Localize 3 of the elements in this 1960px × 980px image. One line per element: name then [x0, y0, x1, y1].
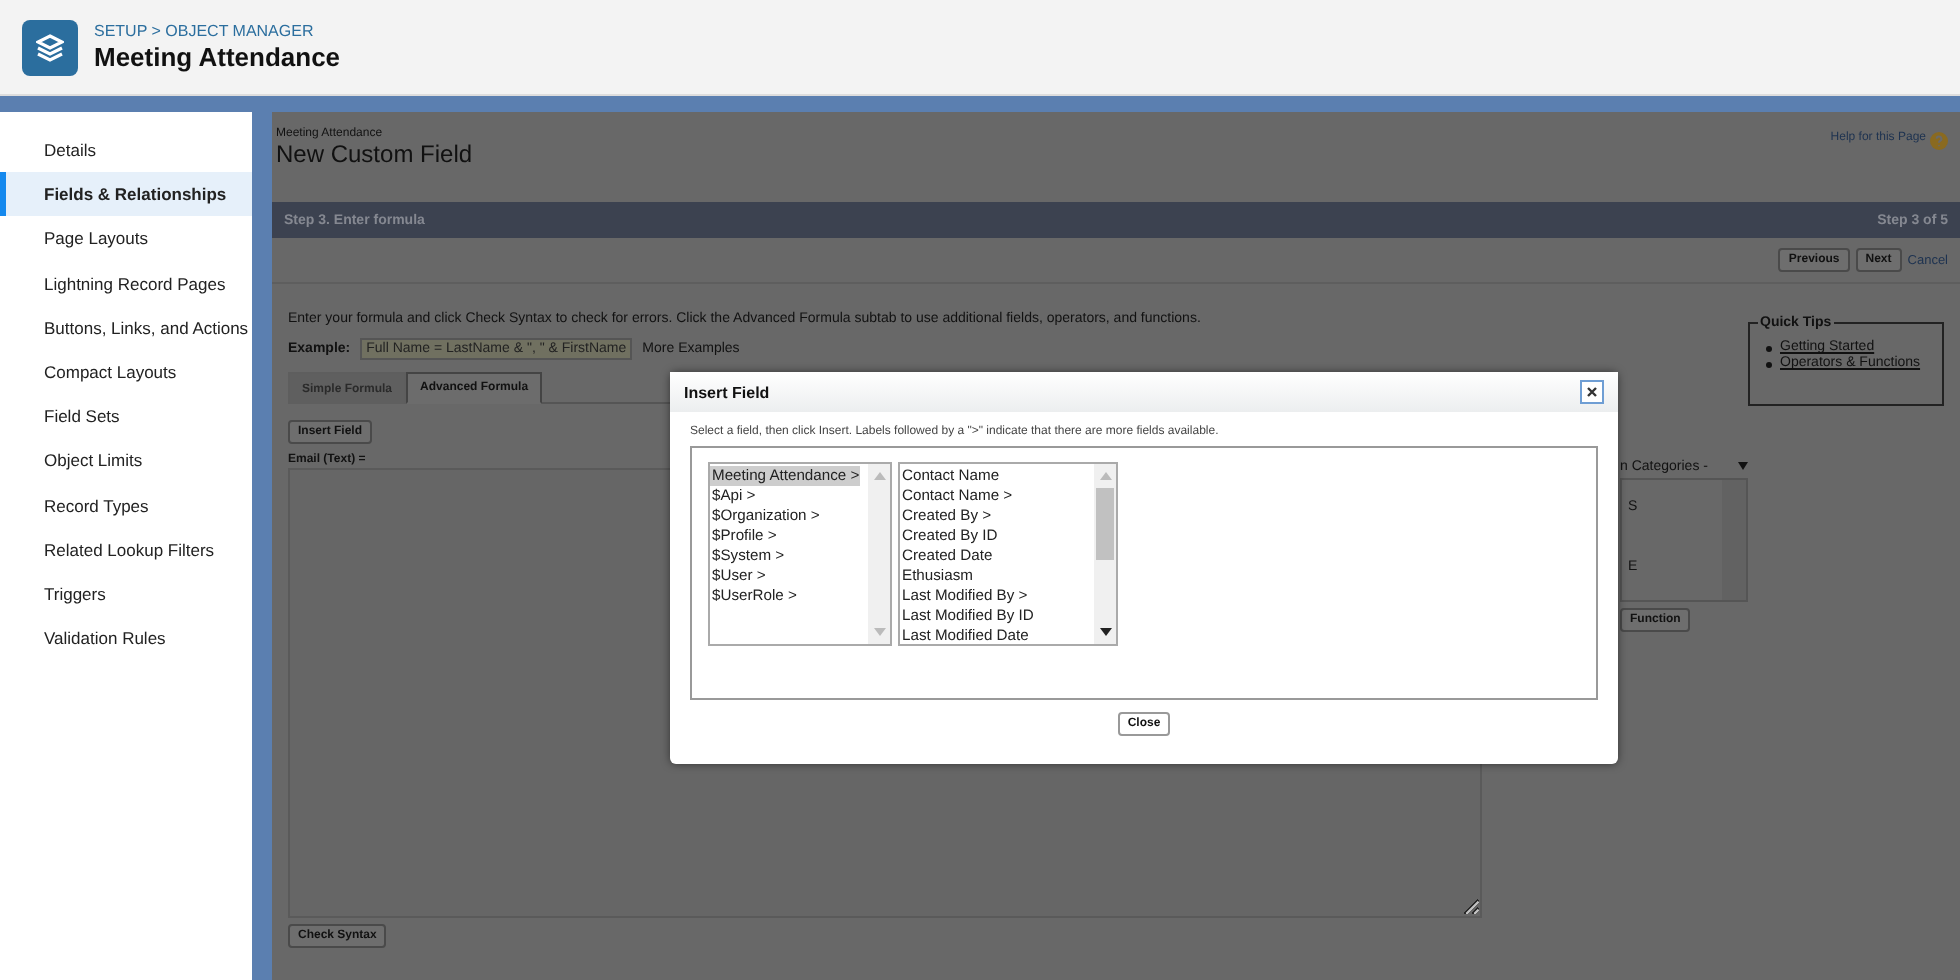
dialog-title: Insert Field	[684, 383, 770, 401]
object-title: Meeting Attendance	[94, 42, 341, 72]
page-title: New Custom Field	[276, 140, 473, 168]
